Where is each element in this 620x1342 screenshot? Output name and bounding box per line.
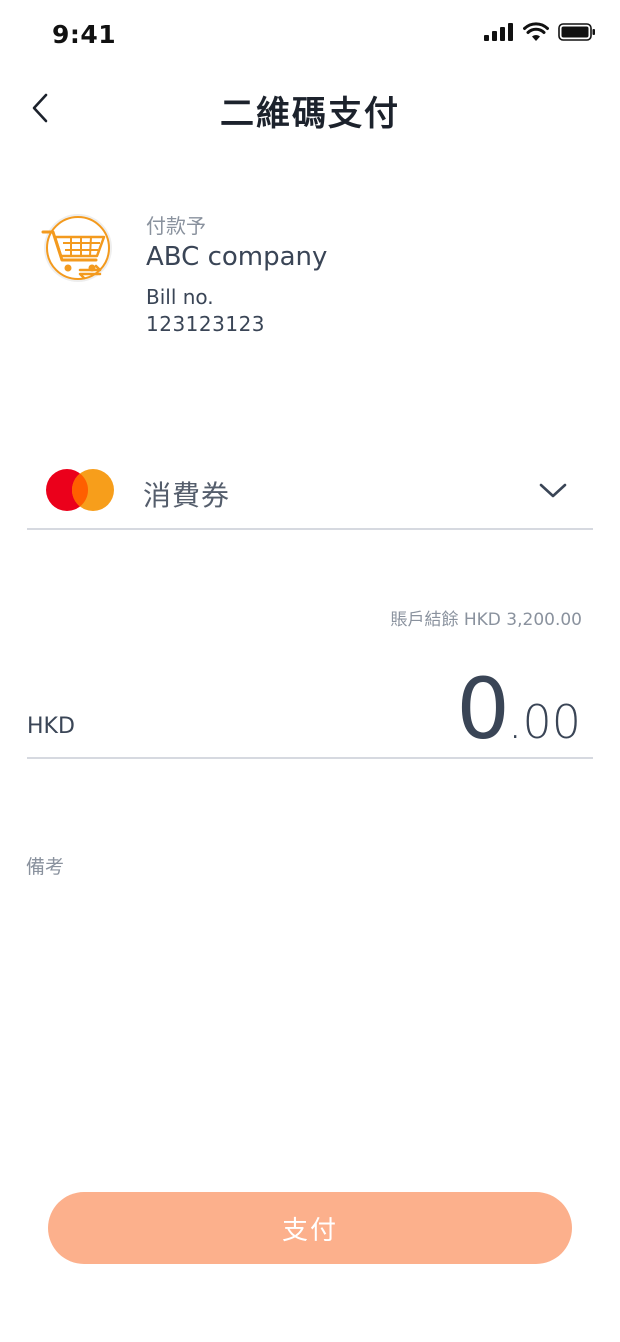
- remark-field[interactable]: 備考: [26, 852, 64, 879]
- battery-icon: [558, 23, 595, 41]
- merchant-logo: [40, 210, 116, 286]
- shopping-cart-icon: [41, 214, 112, 282]
- pay-button[interactable]: 支付: [48, 1192, 572, 1264]
- payee-label: 付款予: [146, 214, 206, 238]
- amount-input[interactable]: HKD 0.00: [27, 660, 593, 759]
- account-balance: 賬戶結餘 HKD 3,200.00: [390, 610, 582, 630]
- chevron-down-icon: [539, 483, 567, 498]
- wifi-icon: [523, 22, 549, 41]
- bill-number: 123123123: [146, 312, 266, 336]
- signal-icon: [484, 23, 513, 41]
- amount-value: 0.00: [456, 660, 581, 758]
- mastercard-icon: [46, 469, 114, 511]
- page-title: 二維碼支付: [220, 94, 400, 134]
- bill-number-label: Bill no.: [146, 285, 214, 309]
- status-icons: [484, 22, 596, 42]
- merchant-name: ABC company: [146, 242, 328, 272]
- status-time: 9:41: [52, 20, 117, 49]
- payment-method-select[interactable]: 消費券: [27, 460, 593, 530]
- amount-decimal: .00: [507, 695, 581, 749]
- amount-integer: 0: [456, 660, 509, 758]
- payment-method-label: 消費券: [143, 479, 231, 512]
- currency-label: HKD: [27, 714, 75, 739]
